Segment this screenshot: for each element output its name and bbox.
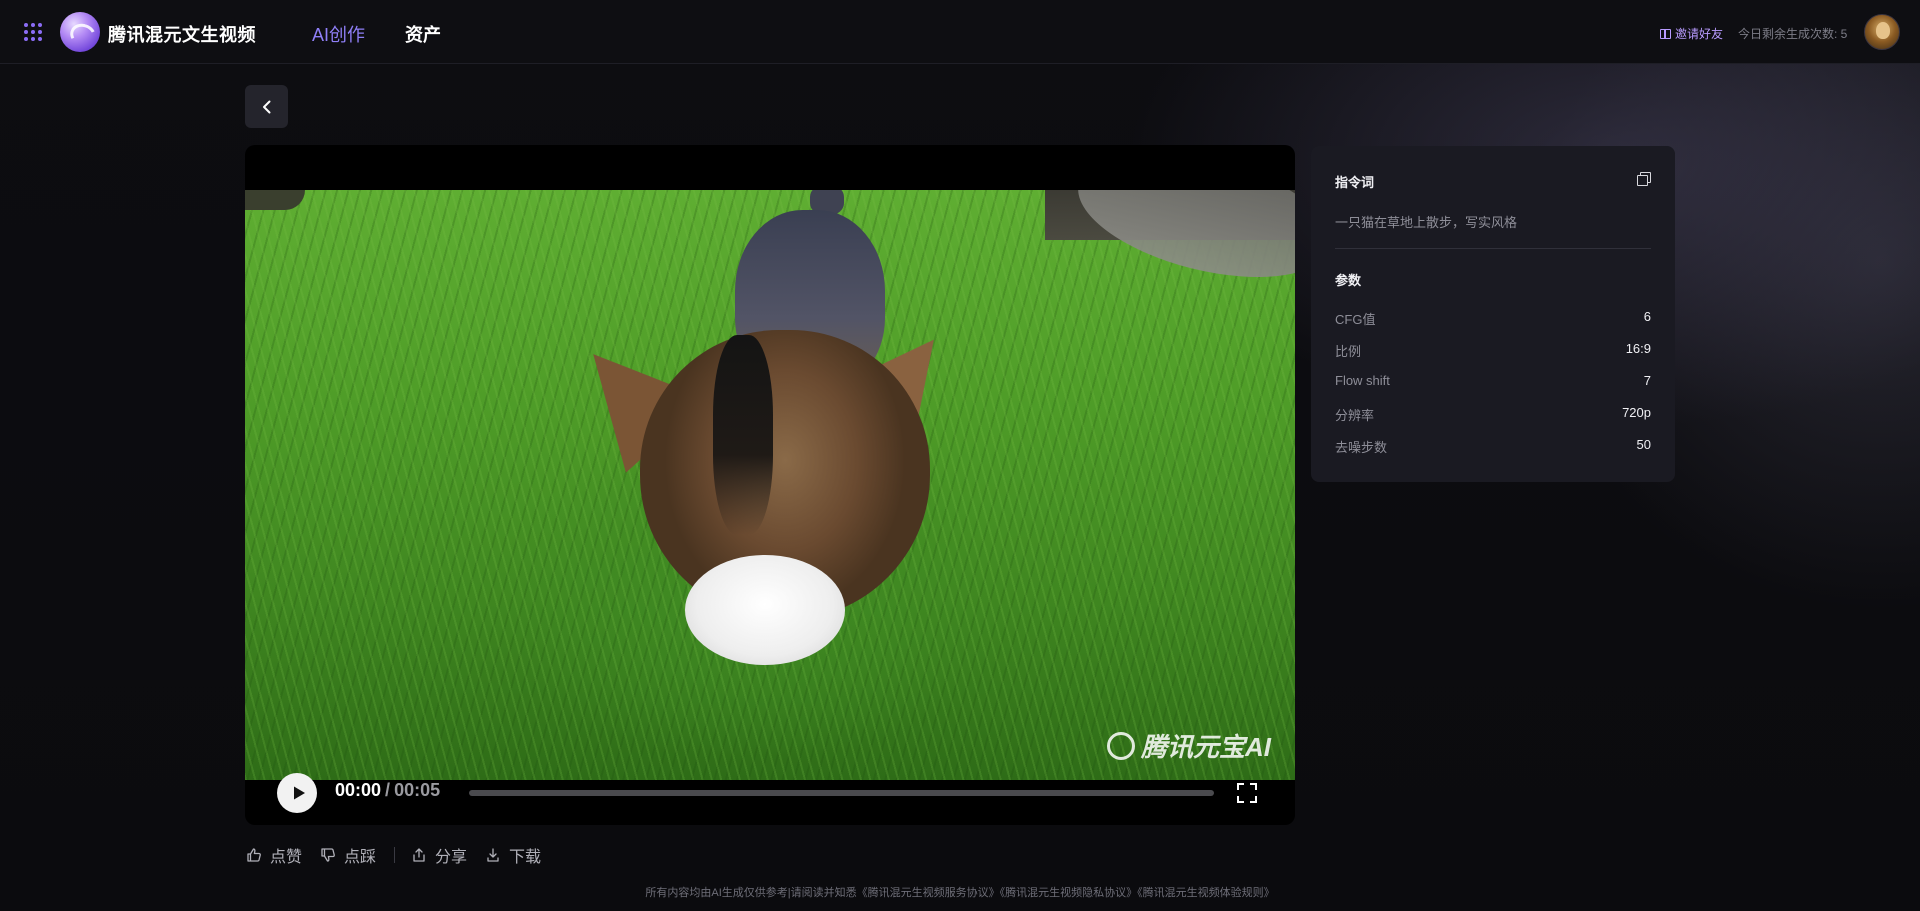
- invite-label: 邀请好友: [1675, 27, 1724, 41]
- param-value: 7: [1643, 373, 1651, 388]
- nav-assets[interactable]: 资产: [405, 21, 441, 47]
- nav-ai-create[interactable]: AI创作: [312, 21, 365, 47]
- video-watermark: 腾讯元宝AI: [1106, 727, 1271, 764]
- share-button[interactable]: 分享: [411, 843, 467, 867]
- action-divider: [394, 847, 396, 863]
- video-player[interactable]: 腾讯元宝AI 00:00 / 00:05: [245, 145, 1295, 825]
- time-display: 00:00 / 00:05: [335, 780, 440, 801]
- invite-friends-link[interactable]: 邀请好友: [1660, 25, 1723, 42]
- param-value: 50: [1636, 437, 1651, 452]
- watermark-logo-icon: [1106, 731, 1135, 760]
- apps-grid-icon[interactable]: [24, 23, 42, 41]
- prompt-panel: 指令词 一只猫在草地上散步，写实风格 参数 CFG值 6 比例 16:9 Flo…: [1311, 146, 1675, 482]
- thumbs-down-icon: [321, 848, 335, 862]
- param-label: 去噪步数: [1335, 440, 1388, 455]
- like-button[interactable]: 点赞: [246, 843, 302, 867]
- play-button[interactable]: [277, 773, 317, 813]
- cat-stripe: [713, 335, 773, 535]
- dislike-button[interactable]: 点踩: [320, 843, 376, 867]
- fullscreen-icon[interactable]: [1237, 783, 1257, 803]
- param-row-resolution: 分辨率 720p: [1335, 405, 1651, 424]
- progress-bar[interactable]: [469, 790, 1214, 796]
- param-value: 720p: [1622, 405, 1651, 420]
- brand-logo[interactable]: [60, 12, 100, 52]
- share-label: 分享: [435, 849, 468, 866]
- prompt-text: 一只猫在草地上散步，写实风格: [1335, 215, 1518, 230]
- player-controls: 00:00 / 00:05: [245, 765, 1295, 825]
- watermark-text: 腾讯元宝AI: [1140, 732, 1271, 762]
- video-frame[interactable]: 腾讯元宝AI: [245, 190, 1295, 780]
- params-title: 参数: [1335, 273, 1362, 288]
- footer-disclaimer: 所有内容均由AI生成仅供参考|请阅读并知悉《腾讯混元生视频服务协议》《腾讯混元生…: [645, 887, 1275, 899]
- download-label: 下载: [509, 849, 542, 866]
- chevron-left-icon: [262, 100, 270, 113]
- user-avatar[interactable]: [1864, 14, 1900, 50]
- total-time: 00:05: [394, 780, 441, 800]
- download-icon: [487, 848, 499, 862]
- action-bar: 点赞 点踩 分享 下载: [246, 843, 559, 867]
- cat-muzzle: [685, 555, 845, 665]
- current-time: 00:00: [335, 780, 382, 800]
- param-label: 比例: [1335, 344, 1362, 359]
- param-label: 分辨率: [1335, 408, 1375, 423]
- brand-title[interactable]: 腾讯混元文生视频: [108, 21, 256, 47]
- top-header: 腾讯混元文生视频 AI创作 资产 邀请好友 今日剩余生成次数: 5: [0, 0, 1920, 64]
- like-label: 点赞: [270, 849, 303, 866]
- copy-icon[interactable]: [1637, 172, 1651, 186]
- param-value: 6: [1643, 309, 1651, 324]
- remaining-quota: 今日剩余生成次数: 5: [1738, 27, 1848, 41]
- share-icon: [413, 848, 425, 862]
- param-label: Flow shift: [1335, 373, 1390, 388]
- time-separator: /: [385, 780, 391, 800]
- param-row-ratio: 比例 16:9: [1335, 341, 1651, 360]
- play-icon: [293, 786, 305, 800]
- download-button[interactable]: 下载: [485, 843, 541, 867]
- param-label: CFG值: [1335, 312, 1376, 327]
- param-row-denoise-steps: 去噪步数 50: [1335, 437, 1651, 456]
- prompt-title: 指令词: [1335, 175, 1375, 190]
- panel-divider: [1335, 248, 1651, 249]
- thumbs-up-icon: [247, 848, 261, 862]
- back-button[interactable]: [245, 85, 288, 128]
- param-value: 16:9: [1625, 341, 1651, 356]
- param-row-cfg: CFG值 6: [1335, 309, 1651, 328]
- param-row-flow-shift: Flow shift 7: [1335, 373, 1651, 388]
- gift-icon: [1660, 28, 1671, 39]
- dislike-label: 点踩: [344, 849, 377, 866]
